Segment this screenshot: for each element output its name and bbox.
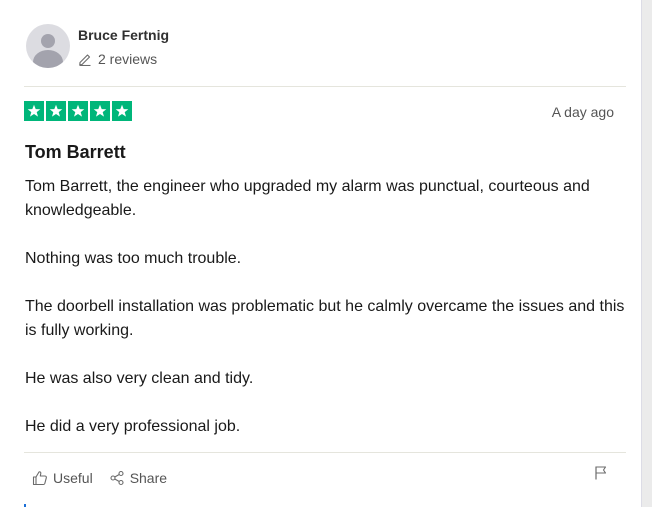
useful-label: Useful — [53, 470, 93, 486]
report-button[interactable] — [594, 465, 608, 486]
pencil-icon — [79, 54, 91, 66]
footer-divider — [24, 452, 626, 453]
review-date: A day ago — [551, 104, 614, 120]
reviews-count-label: 2 reviews — [98, 51, 158, 67]
star-icon — [68, 101, 88, 121]
avatar-head — [41, 34, 55, 48]
reviewer-header: Bruce Fertnig 2 reviews — [24, 24, 626, 74]
flag-icon — [595, 466, 607, 480]
share-label: Share — [129, 470, 168, 486]
star-icon — [90, 101, 110, 121]
review-paragraph: He did a very professional job. — [25, 418, 241, 435]
star-icon — [46, 101, 66, 121]
reviewer-reviews-count: 2 reviews — [78, 51, 157, 67]
review-paragraph: Nothing was too much trouble. — [25, 250, 242, 267]
useful-button[interactable]: Useful — [32, 470, 93, 486]
avatar-body — [33, 50, 63, 68]
reviewer-name[interactable]: Bruce Fertnig — [78, 27, 169, 43]
review-card: Bruce Fertnig 2 reviews A day ago Tom Ba… — [0, 0, 642, 507]
review-paragraph: He was also very clean and tidy. — [25, 370, 254, 387]
share-icon — [110, 470, 124, 486]
thumbs-up-icon — [32, 471, 47, 486]
avatar[interactable] — [26, 24, 70, 68]
star-icon — [24, 101, 44, 121]
star-icon — [112, 101, 132, 121]
star-rating — [24, 101, 132, 121]
header-divider — [24, 86, 626, 87]
share-button[interactable]: Share — [109, 470, 167, 486]
review-paragraph: Tom Barrett, the engineer who upgraded m… — [25, 178, 590, 219]
review-actions: Useful Share — [32, 470, 183, 486]
review-body: Tom Barrett, the engineer who upgraded m… — [25, 175, 625, 463]
review-title[interactable]: Tom Barrett — [25, 142, 126, 163]
review-paragraph: The doorbell installation was problemati… — [25, 298, 625, 339]
